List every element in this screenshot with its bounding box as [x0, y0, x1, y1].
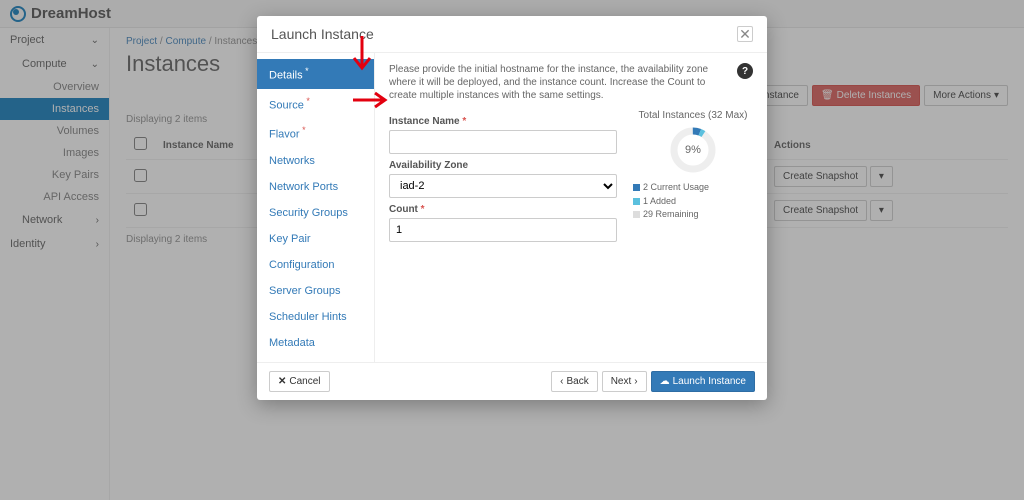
- donut-percent: 9%: [668, 125, 718, 175]
- availability-zone-select[interactable]: iad-2: [389, 174, 617, 198]
- wizard-step-networks[interactable]: Networks: [257, 148, 374, 174]
- wizard-step-source[interactable]: Source *: [257, 89, 374, 119]
- wizard-step-metadata[interactable]: Metadata: [257, 330, 374, 356]
- help-icon[interactable]: ?: [737, 63, 753, 79]
- legend-item: 29 Remaining: [633, 208, 753, 222]
- usage-legend: 2 Current Usage1 Added29 Remaining: [633, 181, 753, 222]
- cloud-icon: ☁: [660, 376, 670, 387]
- next-button[interactable]: Next ›: [602, 371, 647, 392]
- instance-name-input[interactable]: [389, 130, 617, 154]
- wizard-step-network-ports[interactable]: Network Ports: [257, 174, 374, 200]
- stats-title: Total Instances (32 Max): [633, 110, 753, 121]
- wizard-step-server-groups[interactable]: Server Groups: [257, 278, 374, 304]
- wizard-nav: Details *Source *Flavor *NetworksNetwork…: [257, 53, 375, 362]
- label-count: Count *: [389, 204, 617, 215]
- modal-overlay: Launch Instance ✕ Details *Source *Flavo…: [0, 0, 1024, 500]
- launch-instance-modal: Launch Instance ✕ Details *Source *Flavo…: [257, 16, 767, 400]
- label-instance-name: Instance Name *: [389, 116, 617, 127]
- help-text: Please provide the initial hostname for …: [389, 63, 729, 102]
- wizard-step-flavor[interactable]: Flavor *: [257, 118, 374, 148]
- label-availability-zone: Availability Zone: [389, 160, 617, 171]
- close-icon[interactable]: ✕: [737, 26, 753, 42]
- wizard-step-security-groups[interactable]: Security Groups: [257, 200, 374, 226]
- launch-button[interactable]: ☁ Launch Instance: [651, 371, 755, 392]
- back-button[interactable]: ‹ Back: [551, 371, 598, 392]
- wizard-step-configuration[interactable]: Configuration: [257, 252, 374, 278]
- modal-title: Launch Instance: [271, 26, 374, 42]
- wizard-step-scheduler-hints[interactable]: Scheduler Hints: [257, 304, 374, 330]
- legend-item: 1 Added: [633, 195, 753, 209]
- usage-donut-chart: 9%: [668, 125, 718, 175]
- wizard-step-key-pair[interactable]: Key Pair: [257, 226, 374, 252]
- form-pane: Please provide the initial hostname for …: [375, 53, 767, 362]
- legend-item: 2 Current Usage: [633, 181, 753, 195]
- cancel-button[interactable]: ✕ Cancel: [269, 371, 330, 392]
- wizard-step-details[interactable]: Details *: [257, 59, 374, 89]
- count-input[interactable]: [389, 218, 617, 242]
